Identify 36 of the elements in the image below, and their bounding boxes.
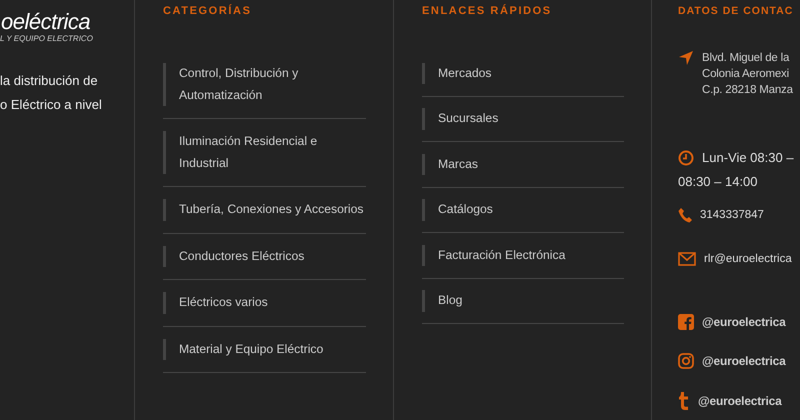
navigation-arrow-icon xyxy=(678,50,694,66)
footer-link[interactable]: Sucursales xyxy=(422,108,624,130)
hours-text: Lun-Vie 08:30 – xyxy=(702,149,794,167)
facebook-icon[interactable] xyxy=(678,314,694,330)
footer-link[interactable]: Control, Distribución y Automatización xyxy=(163,63,366,106)
footer-link[interactable]: Tubería, Conexiones y Accesorios xyxy=(163,199,366,220)
footer-link[interactable]: Eléctricos varios xyxy=(163,292,366,314)
hours-text: 08:30 – 14:00 xyxy=(678,173,758,191)
instagram-icon[interactable] xyxy=(678,353,694,369)
tumblr-icon[interactable] xyxy=(678,392,690,410)
footer-link[interactable]: Facturación Electrónica xyxy=(422,244,624,266)
column-heading: DATOS DE CONTAC xyxy=(678,4,794,18)
contact-text: Colonia Aeromexi xyxy=(702,67,789,82)
contact-text: C.p. 28218 Manza xyxy=(702,83,793,98)
email-link[interactable]: rlr@euroelectrica xyxy=(704,253,792,265)
social-handle[interactable]: @euroelectrica xyxy=(702,315,786,329)
footer-link[interactable]: Marcas xyxy=(422,154,624,175)
clock-icon xyxy=(678,150,694,166)
footer-link[interactable]: Catálogos xyxy=(422,199,624,220)
envelope-icon xyxy=(678,252,696,266)
phone-icon xyxy=(678,207,692,223)
footer-link[interactable]: Iluminación Residencial e Industrial xyxy=(163,131,366,174)
column-heading: CATEGORÍAS xyxy=(163,4,252,18)
contact-text: Blvd. Miguel de la xyxy=(702,51,790,66)
social-handle[interactable]: @euroelectrica xyxy=(702,354,786,368)
description-text: o Eléctrico a nivel xyxy=(0,96,102,114)
column-heading: ENLACES RÁPIDOS xyxy=(422,4,552,18)
footer-link[interactable]: Conductores Eléctricos xyxy=(163,246,366,267)
footer-link[interactable]: Material y Equipo Eléctrico xyxy=(163,338,366,360)
footer-link[interactable]: Mercados xyxy=(422,62,624,84)
social-handle[interactable]: @euroelectrica xyxy=(698,394,782,408)
description-text: la distribución de xyxy=(0,72,98,90)
logo-text: oeléctrica xyxy=(1,10,90,34)
logo-tagline: L Y EQUIPO ELECTRICO xyxy=(0,34,94,43)
footer-link[interactable]: Blog xyxy=(422,290,624,312)
phone-number: 3143337847 xyxy=(700,209,764,221)
